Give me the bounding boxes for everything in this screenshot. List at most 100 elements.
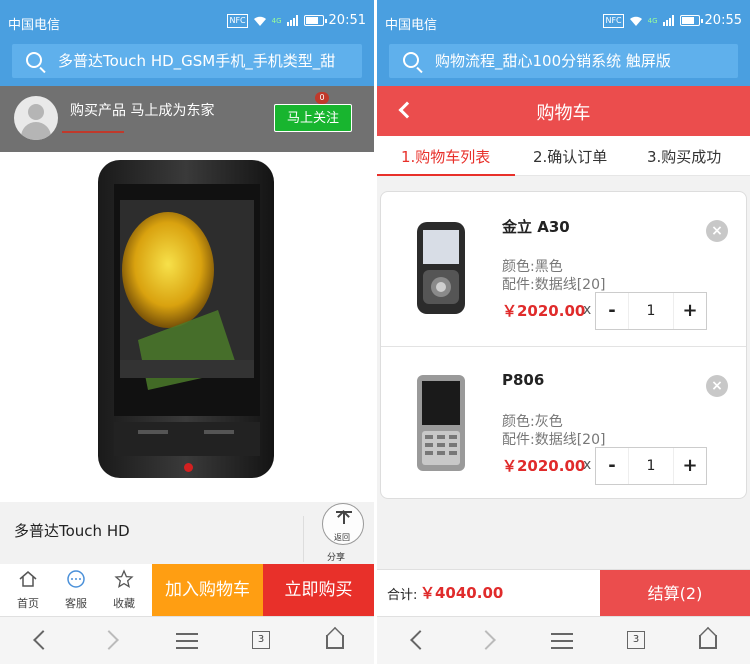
product-image (98, 160, 274, 478)
status-time: 20:55 (704, 13, 742, 28)
browser-back-button[interactable] (26, 627, 56, 655)
battery-icon (303, 15, 327, 26)
menu-icon (551, 633, 573, 635)
carrier-name: 中国电信 (8, 18, 61, 33)
product-name: 多普达Touch HD (14, 522, 130, 540)
system-nav-bar: 3 (0, 616, 374, 664)
home-button[interactable]: 首页 (4, 564, 52, 616)
quantity-input[interactable]: 1 (628, 293, 674, 329)
increase-button[interactable]: + (674, 448, 706, 484)
home-label: 首页 (17, 597, 39, 610)
search-text: 多普达Touch HD_GSM手机_手机类型_甜 (58, 52, 336, 70)
chevron-right-icon (476, 630, 496, 650)
follow-text: 购买产品 马上成为东家 (70, 103, 215, 119)
step-cart-list[interactable]: 1.购物车列表 (401, 146, 490, 167)
product-image-area[interactable] (0, 152, 374, 502)
divider (303, 516, 304, 562)
quantity-input[interactable]: 1 (628, 448, 674, 484)
customer-service-button[interactable]: 客服 (52, 564, 100, 616)
quantity-stepper: - 1 + (595, 447, 707, 485)
home-icon (19, 571, 37, 587)
status-icons: NFC 4G 20:55 (603, 13, 742, 28)
signal-icon (286, 15, 298, 26)
battery-icon (679, 15, 703, 26)
product-action-bar: 首页 客服 收藏 加入购物车 立即购买 (0, 564, 374, 616)
item-color: 颜色:灰色 (502, 414, 563, 430)
favorite-button[interactable]: 收藏 (100, 564, 148, 616)
decrease-button[interactable]: - (596, 293, 628, 329)
system-nav-bar: 3 (377, 616, 750, 664)
page-title: 购物车 (536, 103, 591, 124)
home-nav-button[interactable] (693, 626, 723, 655)
search-input[interactable]: 多普达Touch HD_GSM手机_手机类型_甜 (12, 44, 362, 78)
active-tab-underline (62, 131, 124, 133)
arrow-up-icon (343, 512, 345, 524)
signal-icon (662, 15, 674, 26)
wifi-icon (253, 16, 266, 26)
search-icon (26, 52, 42, 68)
favorite-label: 收藏 (113, 597, 135, 610)
item-name: P806 (502, 371, 545, 389)
menu-button[interactable] (547, 627, 577, 655)
search-text: 购物流程_甜心100分销系统 触屏版 (435, 52, 671, 70)
remove-item-button[interactable]: × (706, 375, 728, 397)
tabs-button[interactable]: 3 (246, 627, 276, 655)
status-bar: 中国电信 NFC 4G 20:55 (377, 0, 750, 38)
search-icon (403, 52, 419, 68)
chevron-left-icon (410, 630, 430, 650)
star-icon (114, 569, 134, 588)
times-sign: x (583, 457, 592, 473)
tabs-count: 3 (252, 631, 270, 649)
item-price: ￥2020.00 (502, 457, 586, 475)
checkout-bar: 合计: ￥4040.00 结算(2) (377, 569, 750, 617)
total-label: 合计: (387, 588, 418, 603)
checkout-button[interactable]: 结算(2) (600, 570, 750, 617)
status-icons: NFC 4G 20:51 (227, 13, 366, 28)
product-thumbnail (417, 222, 465, 314)
product-thumbnail (417, 375, 465, 471)
product-screen: 中国电信 NFC 4G 20:51 多普达Touch HD_GSM手机_手机类型… (0, 0, 374, 664)
avatar (14, 96, 58, 140)
browser-forward-button[interactable] (475, 627, 505, 655)
browser-forward-button[interactable] (98, 627, 128, 655)
share-label[interactable]: 分享 (327, 550, 345, 563)
search-bar: 购物流程_甜心100分销系统 触屏版 (377, 38, 750, 86)
menu-button[interactable] (172, 627, 202, 655)
increase-button[interactable]: + (674, 293, 706, 329)
add-to-cart-button[interactable]: 加入购物车 (152, 564, 263, 616)
back-to-top-label: 返回 (334, 533, 350, 542)
home-nav-button[interactable] (320, 626, 350, 655)
nfc-icon: NFC (227, 13, 248, 28)
remove-item-button[interactable]: × (706, 220, 728, 242)
wifi-icon (629, 16, 642, 26)
tabs-button[interactable]: 3 (621, 627, 651, 655)
chevron-left-icon (33, 630, 53, 650)
item-color: 颜色:黑色 (502, 259, 563, 275)
chat-icon (67, 570, 85, 588)
browser-back-button[interactable] (403, 627, 433, 655)
status-time: 20:51 (328, 13, 366, 28)
item-price: ￥2020.00 (502, 302, 586, 320)
active-step-underline (377, 174, 515, 176)
cart-item: 金立 A30 颜色:黑色 配件:数据线[20] ￥2020.00 x - 1 +… (381, 192, 746, 345)
carrier-name: 中国电信 (385, 18, 438, 33)
buy-now-button[interactable]: 立即购买 (263, 564, 374, 616)
step-confirm-order[interactable]: 2.确认订单 (533, 146, 607, 167)
product-name-row: 多普达Touch HD 返回 分享 (0, 502, 374, 564)
network-icon: 4G (647, 16, 658, 25)
network-icon: 4G (271, 16, 282, 25)
times-sign: x (583, 302, 592, 318)
cart-screen: 中国电信 NFC 4G 20:55 购物流程_甜心100分销系统 触屏版 购物车… (377, 0, 750, 664)
follow-button[interactable]: 马上关注 (274, 104, 352, 132)
chevron-right-icon (99, 630, 119, 650)
cart-list: 金立 A30 颜色:黑色 配件:数据线[20] ￥2020.00 x - 1 +… (380, 191, 747, 499)
checkout-steps: 1.购物车列表 2.确认订单 3.购买成功 (377, 136, 750, 176)
decrease-button[interactable]: - (596, 448, 628, 484)
search-input[interactable]: 购物流程_甜心100分销系统 触屏版 (389, 44, 738, 78)
quantity-stepper: - 1 + (595, 292, 707, 330)
nfc-icon: NFC (603, 13, 624, 28)
cart-item: P806 颜色:灰色 配件:数据线[20] ￥2020.00 x - 1 + × (381, 346, 746, 499)
step-purchase-success[interactable]: 3.购买成功 (647, 146, 721, 167)
menu-icon (176, 633, 198, 635)
cart-badge: 0 (315, 92, 329, 104)
